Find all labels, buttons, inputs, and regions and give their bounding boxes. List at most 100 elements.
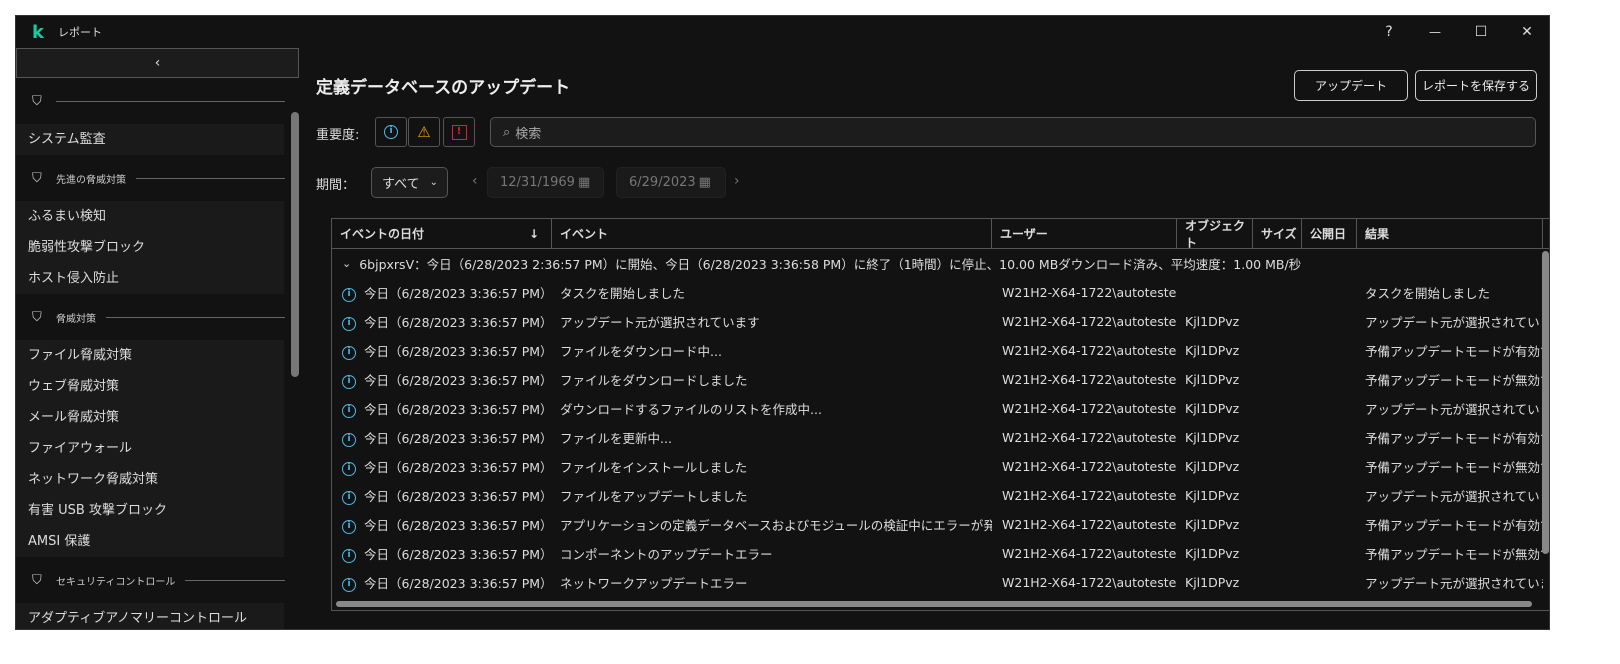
cell-text: W21H2-X64-1722\autotester: [1002, 517, 1177, 532]
cell-text: 予備アップデートモードが有効です: [1365, 344, 1543, 359]
table-row[interactable]: i 今日（6/28/2023 3:36:57 PM） タスクを開始しました W21H2…: [332, 278, 1549, 307]
table-cell: 予備アップデートモードが有効です: [1357, 341, 1543, 360]
collapse-sidebar-button[interactable]: ‹: [16, 48, 299, 78]
table-vertical-scrollbar[interactable]: [1542, 251, 1549, 554]
sidebar-item[interactable]: システム監査: [16, 124, 284, 155]
table-cell: i 今日（6/28/2023 3:36:57 PM）: [332, 573, 552, 592]
column-header[interactable]: サイズ: [1253, 219, 1302, 248]
sidebar-item[interactable]: ファイアウォール: [16, 433, 284, 464]
help-button[interactable]: ?: [1366, 16, 1412, 48]
cell-text: アップデート元が選択されています: [560, 315, 760, 330]
cell-text: ファイルをダウンロード中...: [560, 344, 722, 359]
calendar-icon[interactable]: ▦: [578, 175, 590, 190]
period-value: すべて: [382, 177, 420, 192]
sidebar-item[interactable]: ふるまい検知: [16, 201, 284, 232]
table-row[interactable]: i 今日（6/28/2023 3:36:57 PM） ファイルをインストールしました…: [332, 452, 1549, 481]
table-cell: i 今日（6/28/2023 3:36:57 PM）: [332, 399, 552, 418]
table-cell: W21H2-X64-1722\autotester: [992, 430, 1177, 445]
column-label: イベント: [560, 227, 609, 241]
update-button[interactable]: アップデート: [1294, 70, 1408, 101]
date-from-input[interactable]: 12/31/1969 ▦: [487, 167, 604, 198]
events-table: イベントの日付 ↓ イベント ユーザー オブジェクト サイズ 公開日 結果 ⌄ 6bjpxrsV…: [331, 218, 1549, 611]
table-cell: i 今日（6/28/2023 3:36:57 PM）: [332, 428, 552, 447]
sidebar-group-header: ⛉: [16, 78, 299, 124]
cell-text: 今日（6/28/2023 3:36:57 PM）: [364, 344, 552, 359]
date-to-input[interactable]: 6/29/2023 ▦: [616, 167, 726, 198]
sidebar-scrollbar[interactable]: [291, 112, 299, 377]
table-row[interactable]: i 今日（6/28/2023 3:36:57 PM） ファイルをアップデートしました…: [332, 481, 1549, 510]
table-cell: i 今日（6/28/2023 3:36:57 PM）: [332, 486, 552, 505]
cell-text: W21H2-X64-1722\autotester: [1002, 314, 1177, 329]
table-row[interactable]: i 今日（6/28/2023 3:36:57 PM） アップデート元が選択されていま…: [332, 307, 1549, 336]
table-cell: W21H2-X64-1722\autotester: [992, 517, 1177, 532]
next-period-button[interactable]: ›: [734, 173, 740, 189]
cell-text: 予備アップデートモードが無効です: [1365, 373, 1543, 388]
severity-label: 重要度:: [316, 128, 360, 143]
sidebar-item[interactable]: メール脅威対策: [16, 402, 284, 433]
column-header[interactable]: 結果: [1357, 219, 1543, 248]
column-header[interactable]: イベントの日付 ↓: [332, 219, 552, 248]
sidebar-item[interactable]: 有害 USB 攻撃ブロック: [16, 495, 284, 526]
sidebar-item[interactable]: ファイル脅威対策: [16, 340, 284, 371]
table-cell: W21H2-X64-1722\autotester: [992, 401, 1177, 416]
table-cell: タスクを開始しました: [1357, 283, 1543, 302]
sort-desc-icon[interactable]: ↓: [529, 227, 539, 241]
search-icon: ⌕: [503, 124, 511, 140]
search-input[interactable]: ⌕ 検索: [490, 117, 1536, 147]
table-row[interactable]: i 今日（6/28/2023 3:36:57 PM） ネットワークアップデートエラー…: [332, 568, 1549, 597]
severity-warning-toggle[interactable]: ⚠: [408, 117, 440, 147]
table-row[interactable]: i 今日（6/28/2023 3:36:57 PM） ファイルをダウンロード中...…: [332, 336, 1549, 365]
table-cell: アプリケーションの定義データベースおよびモジュールの検証中にエラーが発生しました: [552, 515, 992, 534]
column-label: イベントの日付: [340, 227, 425, 241]
table-cell: アップデート元が選択されています: [1357, 573, 1543, 592]
chevron-down-icon[interactable]: ⌄: [332, 257, 359, 270]
table-cell: アップデート元が選択されています: [1357, 486, 1543, 505]
sidebar: ‹ ⛉ システム監査 ⛉ 先進の脅威対策 ふるまい検知 脆弱性攻撃ブロック ホスト侵入防止 ⛉…: [16, 48, 299, 629]
prev-period-button[interactable]: ‹: [472, 173, 478, 189]
sidebar-item[interactable]: ホスト侵入防止: [16, 263, 284, 294]
group-row[interactable]: ⌄ 6bjpxrsV：今日（6/28/2023 2:36:57 PM）に開始、今日…: [332, 249, 1549, 278]
sidebar-item[interactable]: アダプティブアノマリーコントロール: [16, 603, 284, 629]
sidebar-item[interactable]: ウェブ脅威対策: [16, 371, 284, 402]
table-cell: W21H2-X64-1722\autotester: [992, 343, 1177, 358]
table-cell: i 今日（6/28/2023 3:36:57 PM）: [332, 283, 552, 302]
table-row[interactable]: i 今日（6/28/2023 3:36:57 PM） ファイルをダウンロードしました…: [332, 365, 1549, 394]
date-to-value: 6/29/2023: [629, 175, 696, 190]
severity-info-toggle[interactable]: i: [375, 117, 407, 147]
shield-icon: ⛉: [32, 309, 42, 325]
period-select[interactable]: すべて ⌄: [371, 167, 448, 198]
table-cell: Kjl1DPvz: [1177, 517, 1253, 532]
cell-text: 今日（6/28/2023 3:36:57 PM）: [364, 460, 552, 475]
close-button[interactable]: ✕: [1504, 16, 1549, 48]
cell-text: タスクを開始しました: [560, 286, 686, 301]
sidebar-item[interactable]: 脆弱性攻撃ブロック: [16, 232, 284, 263]
minimize-button[interactable]: —: [1412, 16, 1458, 48]
column-header[interactable]: オブジェクト: [1177, 219, 1253, 250]
table-cell: Kjl1DPvz: [1177, 372, 1253, 387]
cell-text: Kjl1DPvz: [1185, 546, 1240, 561]
sidebar-item[interactable]: AMSI 保護: [16, 526, 284, 557]
severity-error-toggle[interactable]: !: [443, 117, 475, 147]
table-row[interactable]: i 今日（6/28/2023 3:36:57 PM） アプリケーションの定義データベ…: [332, 510, 1549, 539]
date-from-value: 12/31/1969: [500, 175, 575, 190]
table-row[interactable]: i 今日（6/28/2023 3:36:57 PM） ダウンロードするファイルのリス…: [332, 394, 1549, 423]
table-cell: ネットワークアップデートエラー: [552, 573, 992, 592]
page-title: 定義データベースのアップデート: [316, 78, 571, 98]
sidebar-item[interactable]: ネットワーク脅威対策: [16, 464, 284, 495]
column-header[interactable]: ユーザー: [992, 219, 1177, 248]
divider: [136, 177, 285, 179]
divider: [185, 579, 285, 581]
maximize-button[interactable]: ☐: [1458, 16, 1504, 48]
table-row[interactable]: i 今日（6/28/2023 3:36:57 PM） ファイルを更新中... W21H…: [332, 423, 1549, 452]
save-report-button[interactable]: レポートを保存する: [1415, 70, 1537, 101]
column-header[interactable]: 公開日: [1302, 219, 1357, 248]
table-row[interactable]: i 今日（6/28/2023 3:36:57 PM） コンポーネントのアップデートエ…: [332, 539, 1549, 568]
title-bar: k レポート ? — ☐ ✕: [16, 16, 1549, 48]
table-cell: W21H2-X64-1722\autotester: [992, 488, 1177, 503]
table-horizontal-scrollbar[interactable]: [336, 601, 1532, 607]
cell-text: ネットワークアップデートエラー: [560, 576, 748, 591]
cell-text: 今日（6/28/2023 3:36:57 PM）: [364, 547, 552, 562]
calendar-icon[interactable]: ▦: [699, 175, 711, 190]
kaspersky-logo: k: [32, 21, 44, 43]
column-header[interactable]: イベント: [552, 219, 992, 248]
